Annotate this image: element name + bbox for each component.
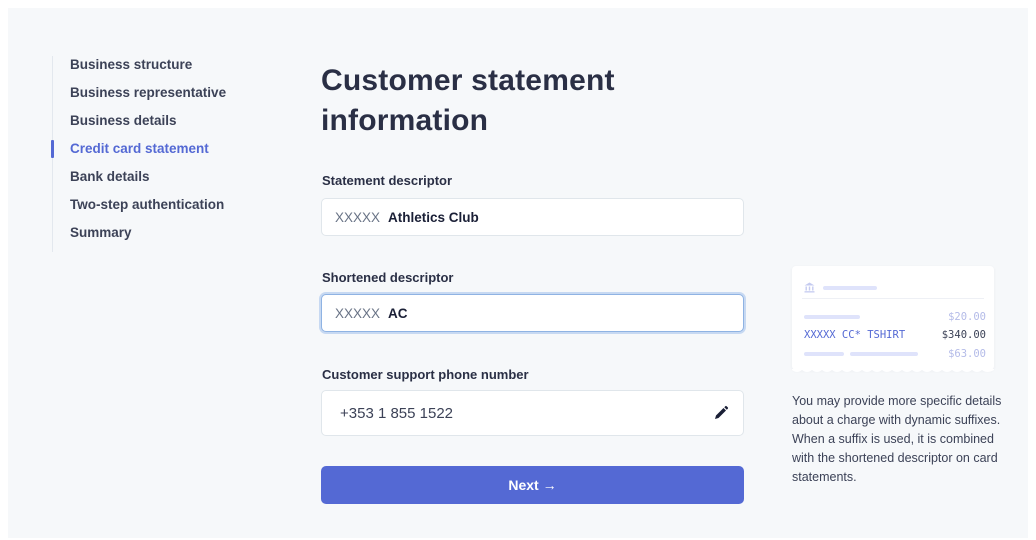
sidebar-nav: Business structure Business representati… <box>51 56 252 252</box>
bank-icon <box>804 282 815 293</box>
sidebar-item-business-details[interactable]: Business details <box>70 112 252 140</box>
statement-preview-header <box>804 282 877 293</box>
statement-row-placeholder <box>804 315 860 319</box>
statement-descriptor-prefix: XXXXX <box>335 209 381 225</box>
sidebar-item-business-structure[interactable]: Business structure <box>70 56 252 84</box>
statement-row: $20.00 <box>804 311 986 323</box>
statement-descriptor-value: Athletics Club <box>388 209 479 225</box>
support-phone-label: Customer support phone number <box>322 367 529 382</box>
statement-descriptor-input[interactable]: XXXXX Athletics Club <box>321 198 744 236</box>
shortened-descriptor-value: AC <box>388 305 408 321</box>
shortened-descriptor-prefix: XXXXX <box>335 305 381 321</box>
dynamic-suffix-help-text: You may provide more specific details ab… <box>792 394 1002 484</box>
sidebar-item-bank-details[interactable]: Bank details <box>70 168 252 196</box>
sidebar-item-business-representative[interactable]: Business representative <box>70 84 252 112</box>
statement-divider <box>802 298 984 299</box>
sidebar-item-two-step-authentication[interactable]: Two-step authentication <box>70 196 252 224</box>
statement-row-amount: $20.00 <box>948 311 986 323</box>
pencil-icon[interactable] <box>713 405 729 421</box>
page-title: Customer statement information <box>321 64 615 137</box>
statement-row-placeholder <box>804 352 918 356</box>
statement-preview: $20.00 XXXXX CC* TSHIRT $340.00 $63.00 <box>792 266 994 372</box>
statement-row-amount: $340.00 <box>941 329 986 341</box>
placeholder-bar <box>804 352 844 356</box>
sidebar-item-credit-card-statement[interactable]: Credit card statement <box>51 140 252 168</box>
torn-edge <box>792 369 994 372</box>
next-button[interactable]: Next → <box>321 466 744 504</box>
statement-row-amount: $63.00 <box>948 348 986 360</box>
shortened-descriptor-input[interactable]: XXXXX AC <box>321 294 744 332</box>
page: Business structure Business representati… <box>8 8 1028 538</box>
sidebar-item-summary[interactable]: Summary <box>70 224 252 252</box>
support-phone-field[interactable]: +353 1 855 1522 <box>321 390 744 436</box>
statement-row: $63.00 <box>804 348 986 360</box>
statement-row-descriptor: XXXXX CC* TSHIRT <box>804 329 906 341</box>
shortened-descriptor-label: Shortened descriptor <box>322 270 454 285</box>
statement-descriptor-label: Statement descriptor <box>322 173 453 188</box>
statement-row-highlighted: XXXXX CC* TSHIRT $340.00 <box>804 329 986 341</box>
placeholder-bar <box>850 352 918 356</box>
support-phone-value: +353 1 855 1522 <box>340 404 454 422</box>
statement-header-placeholder <box>823 285 877 290</box>
